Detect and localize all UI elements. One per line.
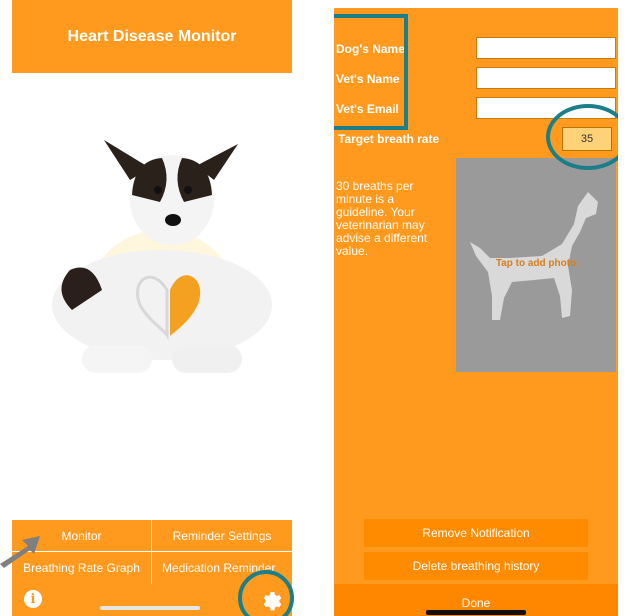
remove-notification-button[interactable]: Remove Notification (364, 519, 588, 547)
target-breath-rate-label: Target breath rate (338, 132, 440, 146)
guideline-text: 30 breaths per minute is a guideline. Yo… (336, 179, 428, 258)
home-screen: Heart Disease Monitor Monitor Reminder S… (0, 0, 304, 616)
delete-history-label: Delete breathing history (412, 559, 540, 573)
status-strip (334, 0, 618, 8)
dog-silhouette-icon (470, 192, 598, 320)
delete-breathing-history-button[interactable]: Delete breathing history (364, 552, 588, 580)
home-indicator (100, 606, 200, 610)
annotation-arrow-icon (0, 536, 40, 568)
grid-divider-horizontal (12, 551, 292, 552)
vets-name-input[interactable] (476, 67, 616, 89)
monitor-button-label: Monitor (61, 528, 102, 543)
annotation-rectangle-fields (334, 14, 408, 130)
dogs-name-input[interactable] (476, 37, 616, 59)
app-title-bar: Heart Disease Monitor (12, 0, 292, 73)
app-title: Heart Disease Monitor (67, 27, 237, 45)
reminder-settings-button[interactable]: Reminder Settings (152, 520, 292, 551)
tap-to-add-photo-label: Tap to add photo (495, 258, 577, 269)
remove-notification-label: Remove Notification (422, 526, 530, 540)
settings-screen: Dog's Name Vet's Name Vet's Email Target… (334, 0, 618, 616)
grid-divider-vertical (151, 520, 152, 584)
add-photo-area[interactable]: Tap to add photo (456, 158, 616, 372)
reminder-settings-label: Reminder Settings (172, 528, 272, 543)
done-label: Done (461, 596, 491, 610)
info-icon[interactable]: i (24, 590, 42, 608)
dog-heart-illustration (52, 140, 272, 373)
home-indicator-dark (426, 610, 526, 615)
